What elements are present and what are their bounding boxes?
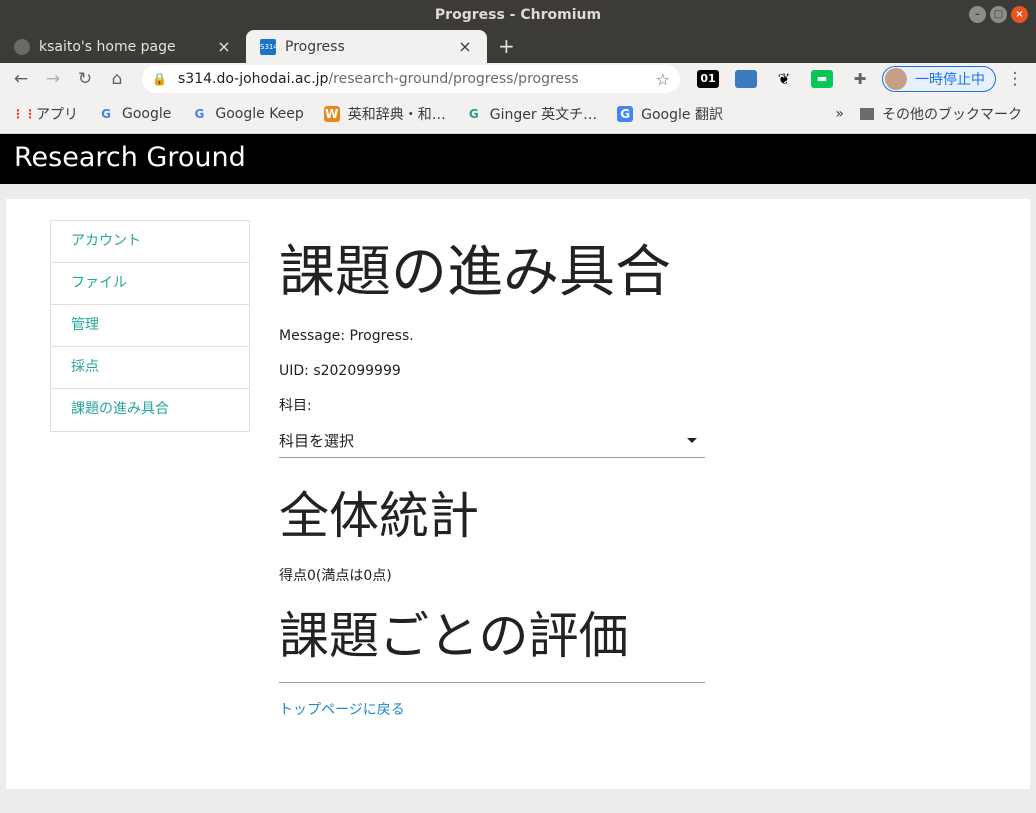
page-title: 課題の進み具合 bbox=[279, 240, 671, 305]
extension-paw-icon[interactable]: ❦ bbox=[773, 70, 795, 88]
side-menu-admin[interactable]: 管理 bbox=[51, 305, 249, 347]
score-text: 得点0(満点は0点) bbox=[279, 568, 392, 585]
subject-select[interactable]: 科目を選択 bbox=[279, 424, 705, 459]
bookmark-google[interactable]: G Google bbox=[98, 106, 171, 122]
bookmark-ginger[interactable]: G Ginger 英文チ… bbox=[466, 104, 597, 124]
browser-toolbar: ← → ↻ ⌂ 🔒 s314.do-johodai.ac.jp/research… bbox=[0, 63, 1036, 95]
bookmarks-overflow: » その他のブックマーク bbox=[835, 104, 1022, 124]
tab-progress[interactable]: S314 Progress × bbox=[246, 30, 487, 63]
ginger-icon: G bbox=[468, 107, 479, 121]
new-tab-icon[interactable]: + bbox=[498, 34, 515, 58]
bookmark-dictionary[interactable]: W 英和辞典・和… bbox=[323, 104, 446, 124]
site-navbar: Research Ground bbox=[0, 134, 1036, 184]
stats-heading: 全体統計 bbox=[279, 487, 479, 546]
content-card: アカウント ファイル 管理 採点 課題の進み具合 課題の進み具合 Message… bbox=[6, 199, 1030, 789]
google-icon: G bbox=[101, 107, 111, 121]
back-arrow-icon[interactable]: ← bbox=[8, 66, 34, 92]
side-menu-files[interactable]: ファイル bbox=[51, 263, 249, 305]
dropdown-caret-icon bbox=[687, 438, 697, 444]
subject-label: 科目: bbox=[279, 398, 312, 415]
menu-kebab-icon[interactable]: ⋮ bbox=[1002, 66, 1028, 92]
window-title: Progress - Chromium bbox=[434, 7, 602, 23]
avatar bbox=[885, 68, 907, 90]
site-brand[interactable]: Research Ground bbox=[14, 142, 246, 173]
lock-icon: 🔒 bbox=[152, 72, 167, 86]
side-menu-grading[interactable]: 採点 bbox=[51, 347, 249, 389]
main-content: 課題の進み具合 Message: Progress. UID: s2020999… bbox=[279, 239, 705, 719]
back-to-top-link[interactable]: トップページに戻る bbox=[279, 699, 705, 719]
apps-grid-icon: ⋮⋮ bbox=[12, 107, 36, 121]
line-extension-icon[interactable]: ▬ bbox=[811, 70, 833, 88]
bookmark-apps[interactable]: ⋮⋮ アプリ bbox=[12, 104, 78, 124]
side-menu: アカウント ファイル 管理 採点 課題の進み具合 bbox=[50, 220, 250, 432]
profile-button[interactable]: 一時停止中 bbox=[882, 66, 996, 92]
close-window-icon[interactable]: × bbox=[1011, 6, 1028, 23]
bookmark-google-translate[interactable]: G Google 翻訳 bbox=[617, 104, 723, 124]
uid-text: UID: s202099999 bbox=[279, 363, 401, 380]
tab-home-page[interactable]: ksaito's home page × bbox=[0, 30, 246, 63]
address-bar[interactable]: 🔒 s314.do-johodai.ac.jp/research-ground/… bbox=[142, 65, 680, 93]
profile-status-label: 一時停止中 bbox=[915, 72, 985, 88]
window-titlebar: Progress - Chromium – □ × bbox=[0, 0, 1036, 30]
folder-icon bbox=[860, 108, 874, 120]
tab-title: ksaito's home page bbox=[39, 38, 176, 55]
side-menu-account[interactable]: アカウント bbox=[51, 221, 249, 263]
site-favicon-icon: S314 bbox=[260, 38, 278, 55]
translate-icon: G bbox=[617, 106, 634, 122]
bookmark-star-icon[interactable]: ☆ bbox=[656, 70, 670, 89]
page-viewport: Research Ground アカウント ファイル 管理 採点 課題の進み具合… bbox=[0, 134, 1036, 813]
extension-01-icon[interactable]: 01 bbox=[697, 70, 719, 88]
subject-select-value: 科目を選択 bbox=[279, 432, 355, 451]
extension-image-icon[interactable] bbox=[735, 70, 757, 88]
tab-strip: ksaito's home page × S314 Progress × + bbox=[0, 30, 1036, 63]
url-text: s314.do-johodai.ac.jp/research-ground/pr… bbox=[178, 71, 579, 87]
tab-title: Progress bbox=[285, 38, 345, 55]
divider bbox=[279, 682, 705, 684]
google-icon: G bbox=[194, 107, 205, 121]
tab-close-icon[interactable]: × bbox=[216, 37, 232, 56]
message-text: Message: Progress. bbox=[279, 328, 414, 345]
maximize-icon[interactable]: □ bbox=[990, 6, 1007, 23]
side-menu-progress[interactable]: 課題の進み具合 bbox=[51, 389, 249, 431]
bookmark-google-keep[interactable]: G Google Keep bbox=[191, 106, 303, 122]
bookmarks-bar: ⋮⋮ アプリ G Google G Google Keep W 英和辞典・和… … bbox=[0, 95, 1036, 134]
evaluation-heading: 課題ごとの評価 bbox=[279, 607, 629, 666]
weblio-icon: W bbox=[323, 106, 340, 122]
reload-icon[interactable]: ↻ bbox=[72, 66, 98, 92]
globe-icon bbox=[14, 38, 30, 55]
window-controls: – □ × bbox=[969, 6, 1028, 23]
forward-arrow-icon[interactable]: → bbox=[40, 66, 66, 92]
tab-close-icon[interactable]: × bbox=[457, 37, 473, 56]
minimize-icon[interactable]: – bbox=[969, 6, 986, 23]
extensions-puzzle-icon[interactable]: ✚ bbox=[849, 70, 871, 88]
bookmarks-more-button[interactable]: » bbox=[835, 106, 844, 122]
home-icon[interactable]: ⌂ bbox=[104, 66, 130, 92]
other-bookmarks-folder[interactable]: その他のブックマーク bbox=[882, 104, 1022, 124]
